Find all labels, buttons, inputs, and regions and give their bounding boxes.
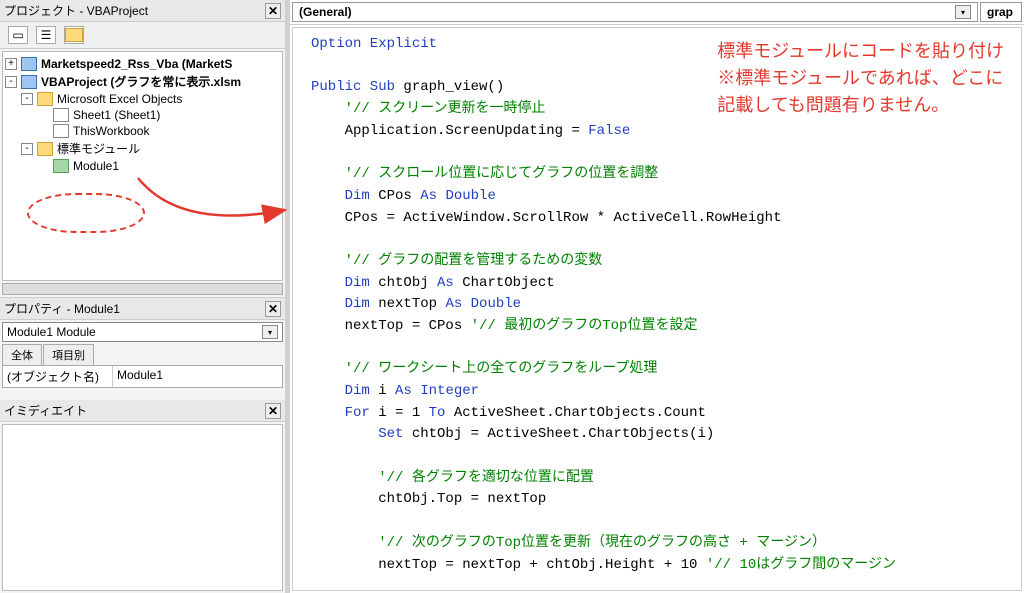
tree-label: Microsoft Excel Objects [57,92,182,106]
folder-icon [37,142,53,156]
code-comment: '// グラフの配置を管理するための変数 [311,253,602,269]
object-combo[interactable]: (General) ▾ [292,2,978,22]
close-icon[interactable]: ✕ [265,403,281,419]
code-comment: '// ワークシート上の全てのグラフをループ処理 [311,361,657,377]
code-text: graph_view() [395,79,504,95]
tree-label: Module1 [73,159,119,173]
prop-name-label: (オブジェクト名) [3,366,113,387]
code-text: nextTop [370,296,446,312]
properties-tabs: 全体 項目別 [0,344,285,365]
tree-node-sheet1[interactable]: Sheet1 (Sheet1) [5,107,280,123]
code-comment: '// 各グラフを適切な位置に配置 [311,470,594,486]
combo-value: grap [987,5,1013,19]
tree-label: VBAProject (グラフを常に表示.xlsm [41,75,241,89]
code-editor[interactable]: Option Explicit Public Sub graph_view() … [292,27,1022,591]
properties-grid[interactable]: (オブジェクト名) Module1 [2,365,283,388]
tree-label: Sheet1 (Sheet1) [73,108,160,122]
code-text: Dim [311,383,370,399]
folder-icon [37,92,53,106]
code-text: Dim [311,275,370,291]
code-text: CPos [370,188,420,204]
tree-label: 標準モジュール [57,140,140,157]
close-icon[interactable]: ✕ [265,301,281,317]
code-text: For [311,405,370,421]
properties-header: プロパティ - Module1 ✕ [0,297,285,320]
code-text: chtObj.Top = nextTop [311,491,546,507]
close-icon[interactable]: ✕ [265,3,281,19]
expand-icon[interactable]: + [5,58,17,70]
tree-node-marketspeed[interactable]: + Marketspeed2_Rss_Vba (MarketS [5,56,280,72]
prop-name-value[interactable]: Module1 [113,366,282,387]
tree-node-modules-folder[interactable]: - 標準モジュール [5,139,280,158]
workbook-icon [53,124,69,138]
code-text: nextTop = nextTop + chtObj.Height + 10 [311,557,706,573]
chevron-down-icon[interactable]: ▾ [955,5,971,19]
code-comment: '// スクリーン更新を一時停止 [311,101,546,117]
project-tree[interactable]: + Marketspeed2_Rss_Vba (MarketS - VBAPro… [2,51,283,281]
chevron-down-icon[interactable]: ▾ [262,325,278,339]
project-header: プロジェクト - VBAProject ✕ [0,0,285,22]
code-text: As Integer [395,383,479,399]
tab-all[interactable]: 全体 [2,344,42,365]
project-icon [21,57,37,71]
module-icon [53,159,69,173]
tree-label: Marketspeed2_Rss_Vba (MarketS [41,57,232,71]
project-icon [21,75,37,89]
view-tree-icon[interactable]: ☰ [36,26,56,44]
tree-node-excelobjects[interactable]: - Microsoft Excel Objects [5,91,280,107]
code-text: i [370,383,395,399]
sheet-icon [53,108,69,122]
code-comment: '// スクロール位置に応じてグラフの位置を調整 [311,166,658,182]
immediate-header: イミディエイト ✕ [0,400,285,422]
highlight-circle [27,193,145,233]
procedure-combo[interactable]: grap [980,2,1022,22]
tree-node-module1[interactable]: Module1 [5,158,280,174]
code-text: Public Sub [311,79,395,95]
code-text: As Double [445,296,521,312]
code-text: Dim [311,296,370,312]
code-text: nextTop = CPos [311,318,471,334]
project-title: プロジェクト - VBAProject [4,2,148,19]
code-text: Application.ScreenUpdating = [311,123,588,139]
code-text: Option Explicit [311,36,437,52]
combo-value: (General) [299,5,352,19]
code-comment: '// 次のグラフのTop位置を更新（現在のグラフの高さ + マージン） [311,535,826,551]
collapse-icon[interactable]: - [21,93,33,105]
tree-node-thisworkbook[interactable]: ThisWorkbook [5,123,280,139]
code-text: Dim [311,188,370,204]
code-text: i = 1 [370,405,429,421]
folder-icon[interactable] [64,26,84,44]
code-text: False [588,123,630,139]
tree-label: ThisWorkbook [73,124,149,138]
tree-scrollbar[interactable] [2,283,283,295]
immediate-window[interactable] [2,424,283,591]
collapse-icon[interactable]: - [5,76,17,88]
project-toolbar: ▭ ☰ [0,22,285,49]
code-combo-row: (General) ▾ grap [290,0,1024,25]
code-text: ActiveSheet.ChartObjects.Count [445,405,705,421]
code-text: chtObj [370,275,437,291]
immediate-title: イミディエイト [4,402,87,419]
code-text: Set [311,426,403,442]
code-text: To [429,405,446,421]
code-comment: '// 10はグラフ間のマージン [706,557,896,573]
view-list-icon[interactable]: ▭ [8,26,28,44]
code-text: chtObj = ActiveSheet.ChartObjects(i) [403,426,714,442]
code-text: As [437,275,454,291]
properties-object-combo[interactable]: Module1 Module ▾ [2,322,283,342]
code-text: ChartObject [454,275,555,291]
combo-value: Module1 Module [7,325,96,339]
properties-title: プロパティ - Module1 [4,300,120,317]
collapse-icon[interactable]: - [21,143,33,155]
tree-node-vbaproject[interactable]: - VBAProject (グラフを常に表示.xlsm [5,72,280,91]
code-comment: '// 最初のグラフのTop位置を設定 [471,318,698,334]
tab-categorized[interactable]: 項目別 [43,344,94,365]
code-text: CPos = ActiveWindow.ScrollRow * ActiveCe… [311,210,781,226]
code-text: As Double [420,188,496,204]
